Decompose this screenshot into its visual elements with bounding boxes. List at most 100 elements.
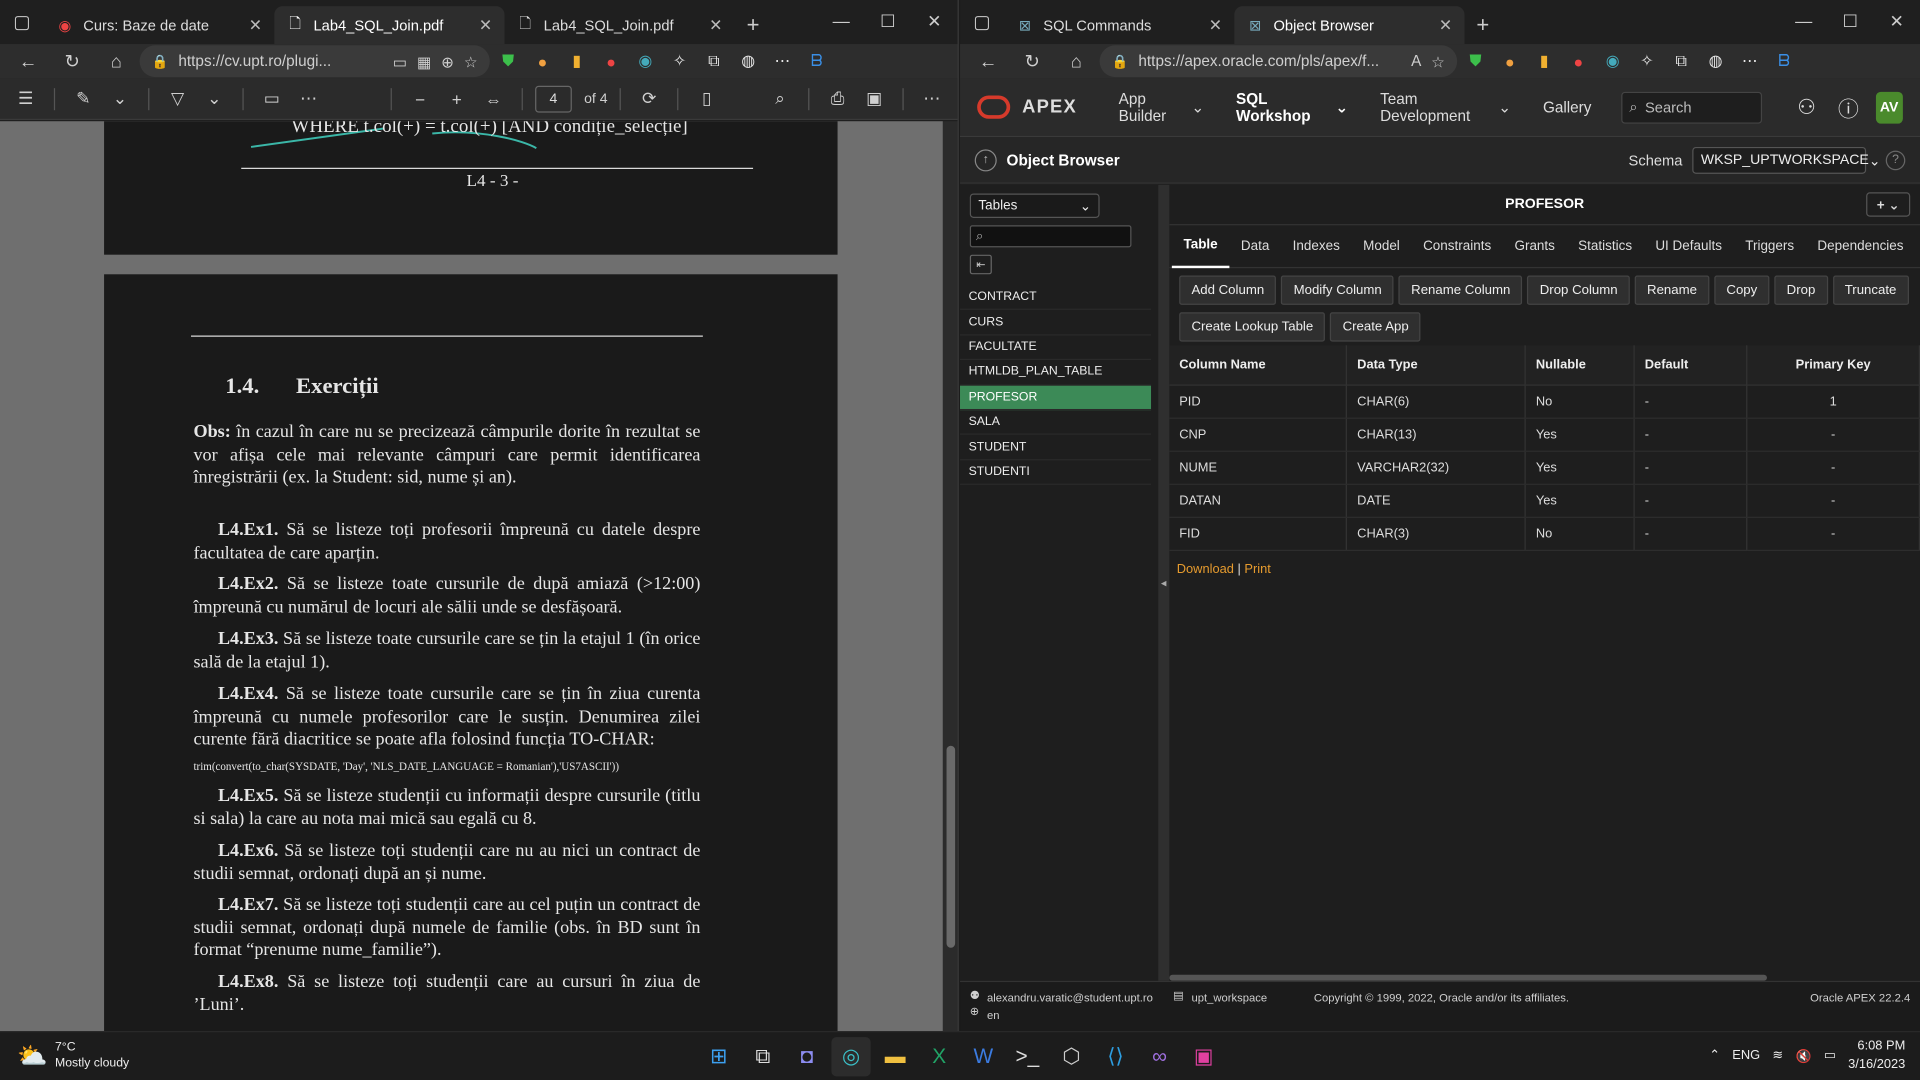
fit-page-icon[interactable]: ⇔ [478, 83, 510, 115]
pdf-viewer[interactable]: WHERE t.col(+) = t.col(+) [AND condiție_… [0, 121, 943, 1032]
create-lookup-table-button[interactable]: Create Lookup Table [1179, 312, 1326, 342]
apex-brand[interactable]: APEX [1022, 97, 1077, 118]
copy-button[interactable]: Copy [1714, 275, 1770, 305]
collections-icon[interactable]: ⧉ [698, 45, 730, 77]
close-icon[interactable]: ✕ [1439, 15, 1452, 35]
home-icon[interactable]: ⌂ [96, 44, 138, 78]
table-list-item[interactable]: PROFESOR [960, 385, 1152, 411]
language-indicator[interactable]: ENG [1732, 1048, 1760, 1063]
table-list-item[interactable]: SALA [960, 410, 1152, 436]
more-icon[interactable]: ⋯ [1734, 45, 1766, 77]
extension-icon[interactable]: ● [527, 45, 559, 77]
more-icon[interactable]: ⋯ [293, 83, 325, 115]
footer-lang[interactable]: en [987, 1009, 1000, 1021]
rename-column-button[interactable]: Rename Column [1398, 275, 1523, 305]
start-icon[interactable]: ⊞ [699, 1037, 738, 1076]
column-header[interactable]: Column Name [1169, 345, 1348, 386]
favorite-icon[interactable]: ☆ [464, 52, 478, 70]
collapse-icon[interactable]: ⇤ [969, 254, 992, 275]
shield-extension-icon[interactable]: ⛊ [1460, 45, 1492, 77]
draw-icon[interactable]: ▽ [162, 83, 194, 115]
page-view-icon[interactable]: ▭ [256, 83, 288, 115]
terminal-icon[interactable]: >_ [1008, 1037, 1047, 1076]
up-arrow-icon[interactable]: ↑ [974, 148, 997, 171]
file-explorer-icon[interactable]: ▬ [876, 1037, 915, 1076]
bing-icon[interactable]: ᗷ [801, 45, 833, 77]
extension-icon[interactable]: ◉ [629, 45, 661, 77]
tab-data[interactable]: Data [1229, 225, 1281, 268]
oracle-logo[interactable] [977, 95, 1010, 119]
drop-column-button[interactable]: Drop Column [1527, 275, 1630, 305]
wifi-icon[interactable]: ≋ [1772, 1048, 1783, 1063]
maximize-icon[interactable]: ☐ [864, 0, 911, 42]
menu-app-builder[interactable]: App Builder ⌄ [1109, 90, 1214, 124]
maximize-icon[interactable]: ☐ [1827, 0, 1874, 42]
table-list-item[interactable]: STUDENT [960, 435, 1152, 461]
pdf-scrollbar[interactable] [942, 121, 958, 1032]
favorite-icon[interactable]: ☆ [1431, 52, 1445, 70]
create-object-button[interactable]: + ⌄ [1866, 192, 1911, 217]
qr-icon[interactable]: ▦ [417, 52, 431, 70]
tab-curs[interactable]: ◉ Curs: Baze de date ✕ [44, 6, 274, 44]
profile-avatar[interactable]: ◍ [732, 45, 764, 77]
tab-actions-icon[interactable]: ▢ [0, 0, 44, 44]
extension-icon[interactable]: ● [1562, 45, 1594, 77]
profile-avatar[interactable]: ◍ [1700, 45, 1732, 77]
rotate-icon[interactable]: ⟳ [633, 83, 665, 115]
page-number-input[interactable]: 4 [535, 85, 572, 113]
battery-icon[interactable]: ▭ [1824, 1048, 1836, 1063]
jetbrains-icon[interactable]: ▣ [1184, 1037, 1223, 1076]
home-icon[interactable]: ⌂ [1056, 44, 1098, 78]
highlight-icon[interactable]: ✎ [67, 83, 99, 115]
drop-button[interactable]: Drop [1774, 275, 1828, 305]
virtualbox-icon[interactable]: ⬡ [1052, 1037, 1091, 1076]
bing-icon[interactable]: ᗷ [1768, 45, 1800, 77]
read-aloud-icon[interactable]: A [1411, 53, 1421, 70]
minimize-icon[interactable]: — [818, 0, 865, 42]
tab-indexes[interactable]: Indexes [1281, 225, 1351, 268]
menu-sql-workshop[interactable]: SQL Workshop ⌄ [1226, 90, 1358, 124]
tab-actions-icon[interactable]: ▢ [960, 0, 1004, 44]
task-view-icon[interactable]: ⧉ [743, 1037, 782, 1076]
refresh-icon[interactable]: ↻ [1011, 44, 1053, 78]
help-icon[interactable]: ⓘ [1834, 90, 1864, 124]
tab-table[interactable]: Table [1171, 225, 1230, 268]
object-search-input[interactable]: ⌕ [969, 225, 1132, 248]
table-list-item[interactable]: HTMLDB_PLAN_TABLE [960, 360, 1152, 386]
tab-constraints[interactable]: Constraints [1411, 225, 1502, 268]
tab-lab4[interactable]: 🗋 Lab4_SQL_Join.pdf ✕ [504, 6, 734, 44]
modify-column-button[interactable]: Modify Column [1281, 275, 1395, 305]
more-icon[interactable]: ⋯ [767, 45, 799, 77]
zoom-in-icon[interactable]: + [441, 83, 473, 115]
puzzle-icon[interactable]: ✧ [1631, 45, 1663, 77]
avatar[interactable]: AV [1875, 91, 1903, 124]
close-icon[interactable]: ✕ [1209, 15, 1222, 35]
clock[interactable]: 6:08 PM 3/16/2023 [1848, 1037, 1905, 1074]
close-window-icon[interactable]: ✕ [1873, 0, 1920, 42]
extension-icon[interactable]: ▮ [561, 45, 593, 77]
column-header[interactable]: Nullable [1525, 345, 1635, 386]
vscode-icon[interactable]: ⟨⟩ [1096, 1037, 1135, 1076]
two-page-icon[interactable]: ▯ [691, 83, 723, 115]
extension-icon[interactable]: ▮ [1528, 45, 1560, 77]
tab-sql-commands[interactable]: ⊠ SQL Commands ✕ [1004, 6, 1234, 44]
zoom-out-icon[interactable]: − [404, 83, 436, 115]
menu-gallery[interactable]: Gallery [1533, 99, 1601, 116]
new-tab-button[interactable]: + [1465, 6, 1502, 44]
weather-widget[interactable]: ⛅ 7°C Mostly cloudy [17, 1040, 129, 1072]
tab-ui-defaults[interactable]: UI Defaults [1644, 225, 1734, 268]
tab-statistics[interactable]: Statistics [1567, 225, 1644, 268]
print-icon[interactable]: ⎙ [822, 83, 854, 115]
save-icon[interactable]: ▣ [858, 83, 890, 115]
new-tab-button[interactable]: + [735, 6, 772, 44]
back-icon[interactable]: ← [7, 44, 49, 78]
column-header[interactable]: Default [1634, 345, 1748, 386]
back-icon[interactable]: ← [967, 44, 1009, 78]
rename-button[interactable]: Rename [1634, 275, 1710, 305]
menu-team-development[interactable]: Team Development ⌄ [1370, 90, 1521, 124]
column-header[interactable]: Primary Key [1746, 345, 1920, 386]
tab-triggers[interactable]: Triggers [1734, 225, 1806, 268]
close-icon[interactable]: ✕ [709, 15, 722, 35]
close-icon[interactable]: ✕ [479, 15, 492, 35]
tab-grants[interactable]: Grants [1503, 225, 1567, 268]
